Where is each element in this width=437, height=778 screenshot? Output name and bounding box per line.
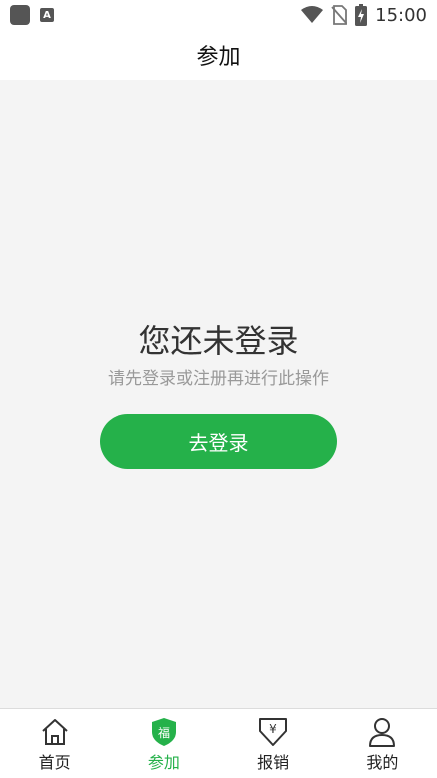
no-sim-icon: [331, 5, 348, 25]
header: 参加: [0, 30, 437, 80]
status-right: 15:00: [301, 4, 427, 26]
login-button[interactable]: 去登录: [100, 414, 337, 469]
tab-mine[interactable]: 我的: [328, 709, 437, 778]
page-title: 参加: [196, 45, 241, 70]
tab-home-label: 首页: [38, 753, 71, 772]
main-content: 您还未登录 请先登录或注册再进行此操作 去登录: [0, 80, 437, 708]
tab-mine-label: 我的: [366, 753, 399, 772]
status-bar: A 15:00: [0, 0, 437, 30]
wifi-icon: [301, 6, 324, 23]
status-time: 15:00: [375, 4, 427, 26]
status-left: A: [10, 5, 54, 25]
tab-join-label: 参加: [147, 753, 180, 772]
bottom-tabbar: 首页 福 参加 ¥ 报销 我的: [0, 708, 437, 778]
yen-download-icon: ¥: [257, 717, 289, 747]
battery-charging-icon: [355, 4, 368, 26]
empty-state-title: 您还未登录: [138, 322, 299, 360]
empty-state-subtitle: 请先登录或注册再进行此操作: [108, 369, 329, 389]
shield-fu-text: 福: [158, 725, 170, 740]
a-badge-icon: A: [40, 8, 54, 22]
tab-join[interactable]: 福 参加: [109, 709, 218, 778]
home-icon: [39, 717, 71, 747]
app-square-icon: [10, 5, 30, 25]
tab-reimburse[interactable]: ¥ 报销: [219, 709, 328, 778]
shield-fu-icon: 福: [148, 717, 180, 747]
person-icon: [366, 717, 398, 747]
tab-reimburse-label: 报销: [257, 753, 290, 772]
yen-text: ¥: [269, 722, 277, 736]
tab-home[interactable]: 首页: [0, 709, 109, 778]
